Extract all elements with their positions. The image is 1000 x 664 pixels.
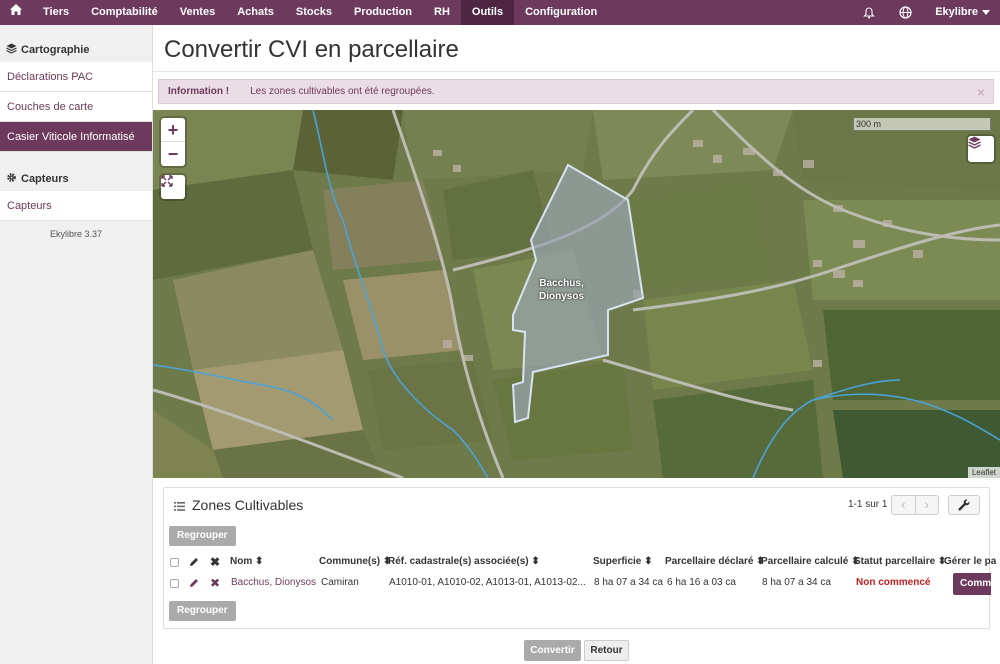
sidebar-section-capteurs: Capteurs (0, 166, 152, 191)
row-commune: Camiran (321, 577, 359, 588)
alert-message: Les zones cultivables ont été regroupées… (250, 86, 435, 97)
globe-icon[interactable] (887, 0, 924, 25)
sidebar-section-label: Cartographie (21, 43, 90, 56)
row-checkbox[interactable] (170, 579, 179, 588)
regroup-button[interactable]: Regrouper (169, 526, 236, 546)
col-ref-cadastrales[interactable]: Réf. cadastrale(s) associée(s) ⬍ (388, 554, 540, 570)
list-icon (174, 500, 185, 514)
col-parcellaire-declare[interactable]: Parcellaire déclaré ⬍ (665, 554, 765, 570)
top-navbar: Tiers Comptabilité Ventes Achats Stocks … (0, 0, 1000, 25)
col-parcellaire-calcule[interactable]: Parcellaire calculé ⬍ (761, 554, 859, 570)
sidebar-section-label: Capteurs (21, 172, 69, 185)
map-view[interactable]: Bacchus, Dionysos + − 300 m Leaflet (153, 110, 1000, 478)
table-header: ✖ Nom ⬍ Commune(s) ⬍ Réf. cadastrale(s) … (164, 554, 996, 573)
alert-label: Information ! (168, 86, 230, 97)
sidebar-section-cartographie: Cartographie (0, 37, 152, 62)
sidebar-item-couches-de-carte[interactable]: Couches de carte (0, 92, 152, 122)
parcel-label: Bacchus, Dionysos (539, 278, 585, 302)
page-title: Convertir CVI en parcellaire (164, 36, 459, 63)
nav-production[interactable]: Production (343, 0, 423, 25)
panel-header: Zones Cultivables 1-1 sur 1 ‹ › (164, 488, 989, 522)
info-alert: Information ! Les zones cultivables ont … (158, 79, 994, 104)
gear-icon (6, 172, 17, 186)
row-calcule: 8 ha 07 a 34 ca (762, 577, 831, 588)
user-menu[interactable]: Ekylibre (924, 0, 982, 25)
sidebar-item-declarations-pac[interactable]: Déclarations PAC (0, 62, 152, 92)
nav-rh[interactable]: RH (423, 0, 461, 25)
col-communes[interactable]: Commune(s) ⬍ (319, 554, 391, 570)
zones-panel: Zones Cultivables 1-1 sur 1 ‹ › Regroupe… (163, 487, 996, 629)
map-attribution[interactable]: Leaflet (967, 467, 1000, 478)
zoom-out-button[interactable]: − (161, 142, 185, 166)
wrench-icon[interactable] (948, 495, 980, 515)
sidebar-item-casier-viticole[interactable]: Casier Viticole Informatisé (0, 122, 152, 152)
row-declare: 6 ha 16 a 03 ca (667, 577, 736, 588)
table-row: ✖ Bacchus, Dionysos Camiran A1010-01, A1… (164, 573, 991, 595)
row-superficie: 8 ha 07 a 34 ca (594, 577, 663, 588)
bell-icon[interactable] (851, 0, 887, 25)
start-button[interactable]: Comme (953, 573, 991, 595)
delete-icon: ✖ (210, 555, 221, 569)
col-statut-parcellaire[interactable]: Statut parcellaire ⬍ (854, 554, 946, 570)
select-all-checkbox[interactable] (170, 558, 179, 567)
map-scale: 300 m (853, 118, 991, 131)
caret-down-icon[interactable] (982, 0, 1000, 25)
convert-button[interactable]: Convertir (524, 640, 581, 661)
delete-icon[interactable]: ✖ (210, 575, 220, 591)
row-statut: Non commencé (856, 577, 931, 588)
nav-outils[interactable]: Outils (460, 0, 515, 25)
regroup-button-bottom[interactable]: Regrouper (169, 601, 236, 621)
back-button[interactable]: Retour (584, 640, 629, 661)
nav-tiers[interactable]: Tiers (32, 0, 80, 25)
prev-page-button[interactable]: ‹ (892, 496, 916, 514)
pagination-text: 1-1 sur 1 (848, 499, 888, 510)
layers-icon (6, 43, 17, 57)
nav-stocks[interactable]: Stocks (285, 0, 343, 25)
zoom-in-button[interactable]: + (161, 118, 185, 142)
close-icon[interactable]: × (977, 84, 985, 100)
row-nom[interactable]: Bacchus, Dionysos (231, 575, 316, 591)
nav-configuration[interactable]: Configuration (514, 0, 608, 25)
app-version: Ekylibre 3.37 (49, 229, 103, 239)
row-refs: A1010-01, A1010-02, A1013-01, A1013-02..… (389, 577, 586, 588)
divider (153, 71, 1000, 72)
col-gerer[interactable]: Gérer le pa (944, 554, 996, 570)
sidebar-item-capteurs[interactable]: Capteurs (0, 191, 152, 221)
home-icon[interactable] (0, 0, 32, 25)
layers-icon[interactable] (968, 136, 994, 162)
fullscreen-icon[interactable] (161, 175, 185, 199)
nav-ventes[interactable]: Ventes (169, 0, 226, 25)
nav-comptabilite[interactable]: Comptabilité (80, 0, 169, 25)
pagination-buttons: ‹ › (891, 495, 939, 515)
nav-achats[interactable]: Achats (226, 0, 285, 25)
col-superficie[interactable]: Superficie ⬍ (593, 554, 653, 570)
zoom-control: + − (161, 118, 185, 166)
next-page-button[interactable]: › (916, 496, 939, 514)
col-nom[interactable]: Nom ⬍ (230, 554, 263, 570)
edit-icon[interactable] (189, 575, 199, 594)
sidebar: Cartographie Déclarations PAC Couches de… (0, 25, 153, 664)
pencil-icon (189, 554, 199, 573)
panel-title: Zones Cultivables (192, 497, 304, 513)
